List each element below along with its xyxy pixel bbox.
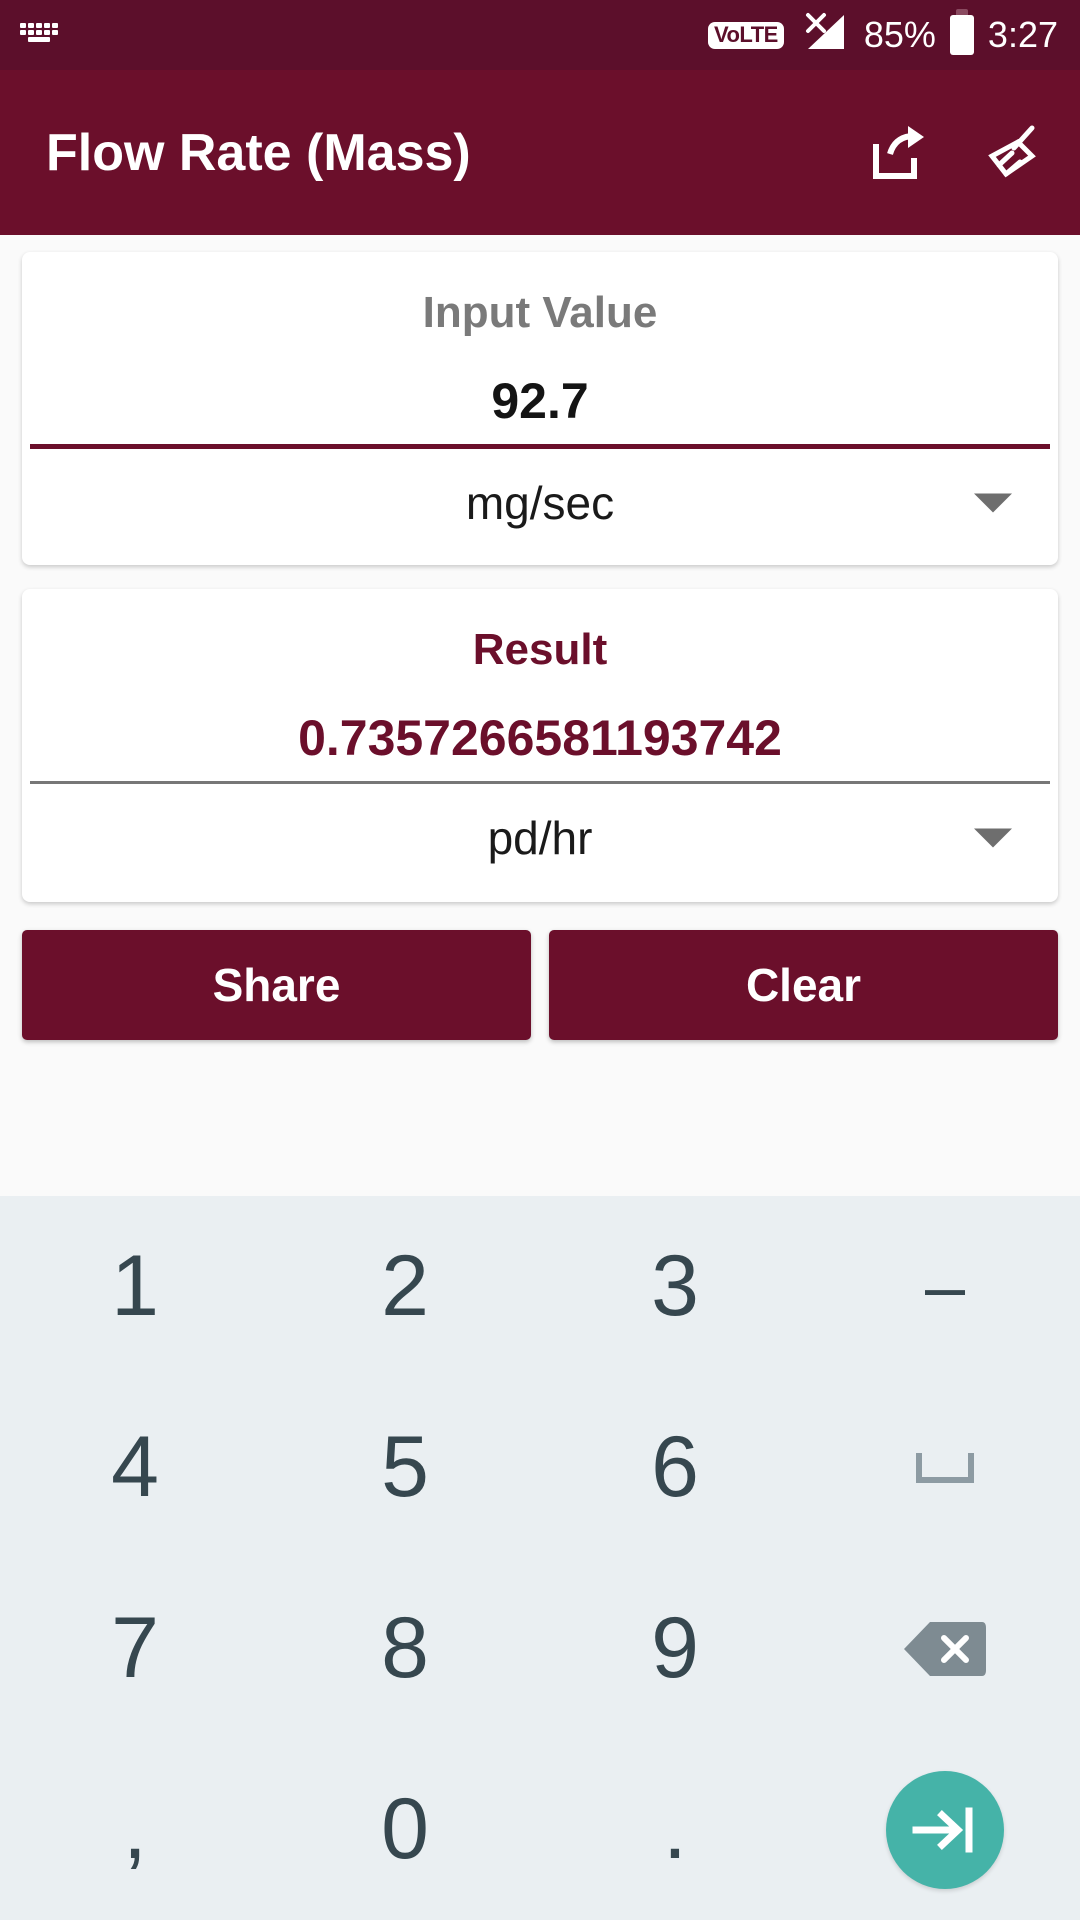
status-bar: VoLTE 85% 3:27 — [0, 0, 1080, 70]
key-minus[interactable]: – — [810, 1196, 1080, 1377]
keyboard-row: 789 — [0, 1558, 1080, 1739]
battery-icon — [949, 9, 974, 55]
key-period[interactable]: . — [540, 1739, 810, 1920]
app-bar: Flow Rate (Mass) — [0, 70, 1080, 235]
key-8[interactable]: 8 — [270, 1558, 540, 1739]
result-value: 0.7357266581193742 — [298, 710, 782, 766]
key-backspace[interactable] — [810, 1558, 1080, 1739]
app-bar-actions — [866, 122, 1042, 184]
key-next[interactable] — [810, 1739, 1080, 1920]
broom-icon[interactable] — [980, 122, 1042, 184]
next-field-button[interactable] — [886, 1770, 1004, 1889]
share-icon[interactable] — [866, 122, 928, 184]
result-unit-label: pd/hr — [487, 812, 593, 864]
key-comma[interactable]: , — [0, 1739, 270, 1920]
status-bar-left — [18, 17, 62, 54]
backspace-icon — [904, 1621, 986, 1676]
page-title: Flow Rate (Mass) — [46, 123, 471, 182]
input-value-label: Input Value — [422, 288, 658, 337]
chevron-down-icon — [974, 493, 1012, 513]
key-6[interactable]: 6 — [540, 1377, 810, 1558]
key-9[interactable]: 9 — [540, 1558, 810, 1739]
clock: 3:27 — [987, 14, 1058, 55]
tab-next-icon — [912, 1807, 973, 1852]
clear-button[interactable]: Clear — [549, 930, 1058, 1040]
chevron-down-icon — [974, 828, 1012, 848]
key-0[interactable]: 0 — [270, 1739, 540, 1920]
input-unit-dropdown[interactable]: mg/sec — [22, 449, 1058, 557]
key-1[interactable]: 1 — [0, 1196, 270, 1377]
result-label: Result — [472, 625, 608, 674]
key-space[interactable] — [810, 1377, 1080, 1558]
result-unit-dropdown[interactable]: pd/hr — [22, 784, 1058, 892]
status-bar-right: VoLTE 85% 3:27 — [707, 9, 1058, 60]
key-7[interactable]: 7 — [0, 1558, 270, 1739]
space-icon — [916, 1452, 974, 1483]
share-button[interactable]: Share — [22, 930, 531, 1040]
volte-icon: VoLTE — [707, 21, 784, 49]
action-button-row: Share Clear — [22, 930, 1058, 1040]
input-value-card: Input Value 92.7 mg/sec — [22, 252, 1058, 565]
app-screen: VoLTE 85% 3:27 Flow Rate (Mass) Input Va… — [0, 0, 1080, 1920]
key-2[interactable]: 2 — [270, 1196, 540, 1377]
input-value-field[interactable]: 92.7 — [22, 338, 1058, 444]
keyboard-row: 456 — [0, 1377, 1080, 1558]
keyboard-icon — [18, 17, 62, 54]
signal-no-service-icon — [798, 11, 850, 60]
keyboard-row: 1 2 3– — [0, 1196, 1080, 1377]
input-unit-label: mg/sec — [465, 477, 615, 529]
keyboard-row: ,0. — [0, 1739, 1080, 1920]
key-5[interactable]: 5 — [270, 1377, 540, 1558]
key-4[interactable]: 4 — [0, 1377, 270, 1558]
numeric-keyboard: 1 2 3–4 5 6 7 8 9, 0. — [0, 1196, 1080, 1920]
key-3[interactable]: 3 — [540, 1196, 810, 1377]
result-card: Result 0.7357266581193742 pd/hr — [22, 589, 1058, 902]
battery-percent: 85% — [863, 14, 936, 55]
